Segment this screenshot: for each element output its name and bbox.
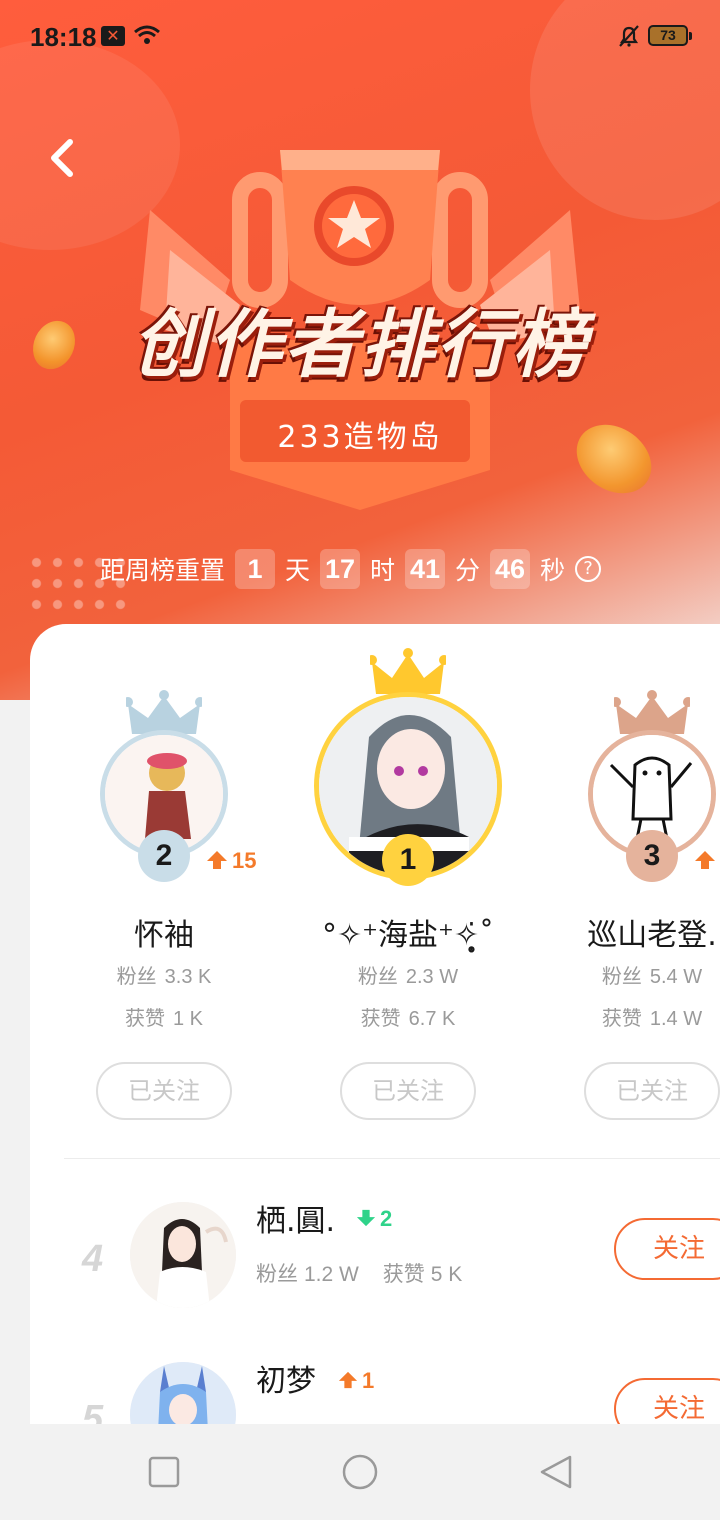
arrow-up-icon bbox=[338, 1371, 358, 1389]
rank-badge: 2 bbox=[138, 830, 190, 882]
likes-label: 获赞 bbox=[601, 1006, 642, 1030]
follow-button[interactable]: 关注 bbox=[614, 1218, 720, 1280]
fans-label: 粉丝 bbox=[357, 964, 398, 988]
arrow-up-icon bbox=[207, 851, 227, 869]
fans-value: 1.2 W bbox=[304, 1263, 359, 1286]
creator-name[interactable]: 怀袖 bbox=[74, 910, 254, 954]
likes-value: 6.7 K bbox=[408, 1008, 456, 1030]
creator-name[interactable]: °✧⁺海盐⁺✧̣̥̇˚ bbox=[318, 910, 498, 954]
creator-name[interactable]: 巡山老登. bbox=[562, 910, 720, 954]
likes-value: 1.4 W bbox=[649, 1008, 703, 1030]
likes-count: 获赞 1.4 W bbox=[562, 1002, 720, 1031]
status-bar: 18:18 ✕ 73 bbox=[0, 0, 720, 72]
likes-label: 获赞 bbox=[360, 1006, 401, 1030]
system-nav-bar bbox=[0, 1424, 720, 1520]
likes-count: 获赞 1 K bbox=[74, 1002, 254, 1031]
fans-value: 2.3 W bbox=[405, 966, 459, 988]
followed-button[interactable]: 已关注 bbox=[340, 1062, 476, 1120]
countdown-minutes: 41 bbox=[405, 549, 446, 589]
countdown-hours-unit: 时 bbox=[370, 556, 396, 585]
fans-label: 粉丝 bbox=[256, 1262, 298, 1286]
countdown-seconds: 46 bbox=[490, 549, 531, 589]
avatar[interactable] bbox=[130, 1202, 236, 1308]
likes-count: 获赞 6.7 K bbox=[318, 1002, 498, 1031]
ranking-card: 2 15 怀袖 粉丝 3.3 K 获赞 1 K 已关注 1 °✧⁺海盐⁺✧̣̥̇… bbox=[30, 624, 720, 1520]
page-title: 创作者排行榜 bbox=[132, 302, 588, 388]
notification-icon: ✕ bbox=[101, 26, 125, 46]
square-icon[interactable] bbox=[148, 1456, 180, 1488]
reset-countdown: 距周榜重置 1 天 17 时 41 分 46 秒 ? bbox=[100, 548, 602, 590]
fans-count: 粉丝 3.3 K bbox=[74, 960, 254, 989]
rank-badge: 3 bbox=[626, 830, 678, 882]
avatar-image bbox=[130, 1202, 236, 1308]
back-icon[interactable] bbox=[44, 136, 84, 180]
countdown-minutes-unit: 分 bbox=[455, 556, 481, 585]
trend-value: 1 bbox=[362, 1368, 375, 1393]
triangle-back-icon[interactable] bbox=[538, 1454, 574, 1490]
wifi-icon bbox=[134, 25, 160, 44]
coin-icon bbox=[25, 313, 83, 377]
divider bbox=[64, 1158, 720, 1159]
rank-number: 4 bbox=[82, 1238, 104, 1280]
creator-name[interactable]: 栖.圓. bbox=[256, 1196, 335, 1240]
followed-button[interactable]: 已关注 bbox=[584, 1062, 720, 1120]
fans-label: 粉丝 bbox=[601, 964, 642, 988]
countdown-hours: 17 bbox=[320, 549, 361, 589]
likes-label: 获赞 bbox=[124, 1006, 165, 1030]
fans-count: 粉丝 5.4 W bbox=[562, 960, 720, 989]
followed-button[interactable]: 已关注 bbox=[96, 1062, 232, 1120]
battery-indicator: 73 bbox=[648, 25, 692, 46]
creator-stats: 粉丝 1.2 W 获赞 5 K bbox=[256, 1258, 462, 1288]
bell-muted-icon bbox=[619, 25, 639, 47]
arrow-down-icon bbox=[356, 1209, 376, 1227]
fans-value: 3.3 K bbox=[164, 966, 212, 988]
crown-icon bbox=[370, 648, 446, 694]
banner-subtitle: 233造物岛 bbox=[277, 420, 443, 455]
countdown-prefix: 距周榜重置 bbox=[100, 556, 226, 585]
fans-value: 5.4 W bbox=[649, 966, 703, 988]
circle-icon[interactable] bbox=[341, 1453, 379, 1491]
likes-label: 获赞 bbox=[382, 1262, 425, 1286]
creator-name[interactable]: 初梦 bbox=[256, 1356, 316, 1400]
likes-value: 5 K bbox=[430, 1263, 463, 1286]
countdown-days: 1 bbox=[235, 549, 276, 589]
countdown-days-unit: 天 bbox=[285, 556, 311, 585]
arrow-up-icon bbox=[695, 851, 715, 869]
list-item[interactable]: 4 栖.圓. 2 粉丝 1.2 W 获赞 5 K 关注 bbox=[30, 1194, 720, 1334]
trend-value: 2 bbox=[380, 1206, 393, 1231]
help-icon[interactable]: ? bbox=[575, 556, 602, 582]
fans-count: 粉丝 2.3 W bbox=[318, 960, 498, 989]
status-time: 18:18 bbox=[30, 22, 97, 52]
countdown-seconds-unit: 秒 bbox=[540, 556, 566, 585]
likes-value: 1 K bbox=[172, 1008, 204, 1030]
fans-label: 粉丝 bbox=[116, 964, 157, 988]
rank-badge: 1 bbox=[382, 834, 434, 886]
trend-value: 15 bbox=[232, 848, 257, 873]
